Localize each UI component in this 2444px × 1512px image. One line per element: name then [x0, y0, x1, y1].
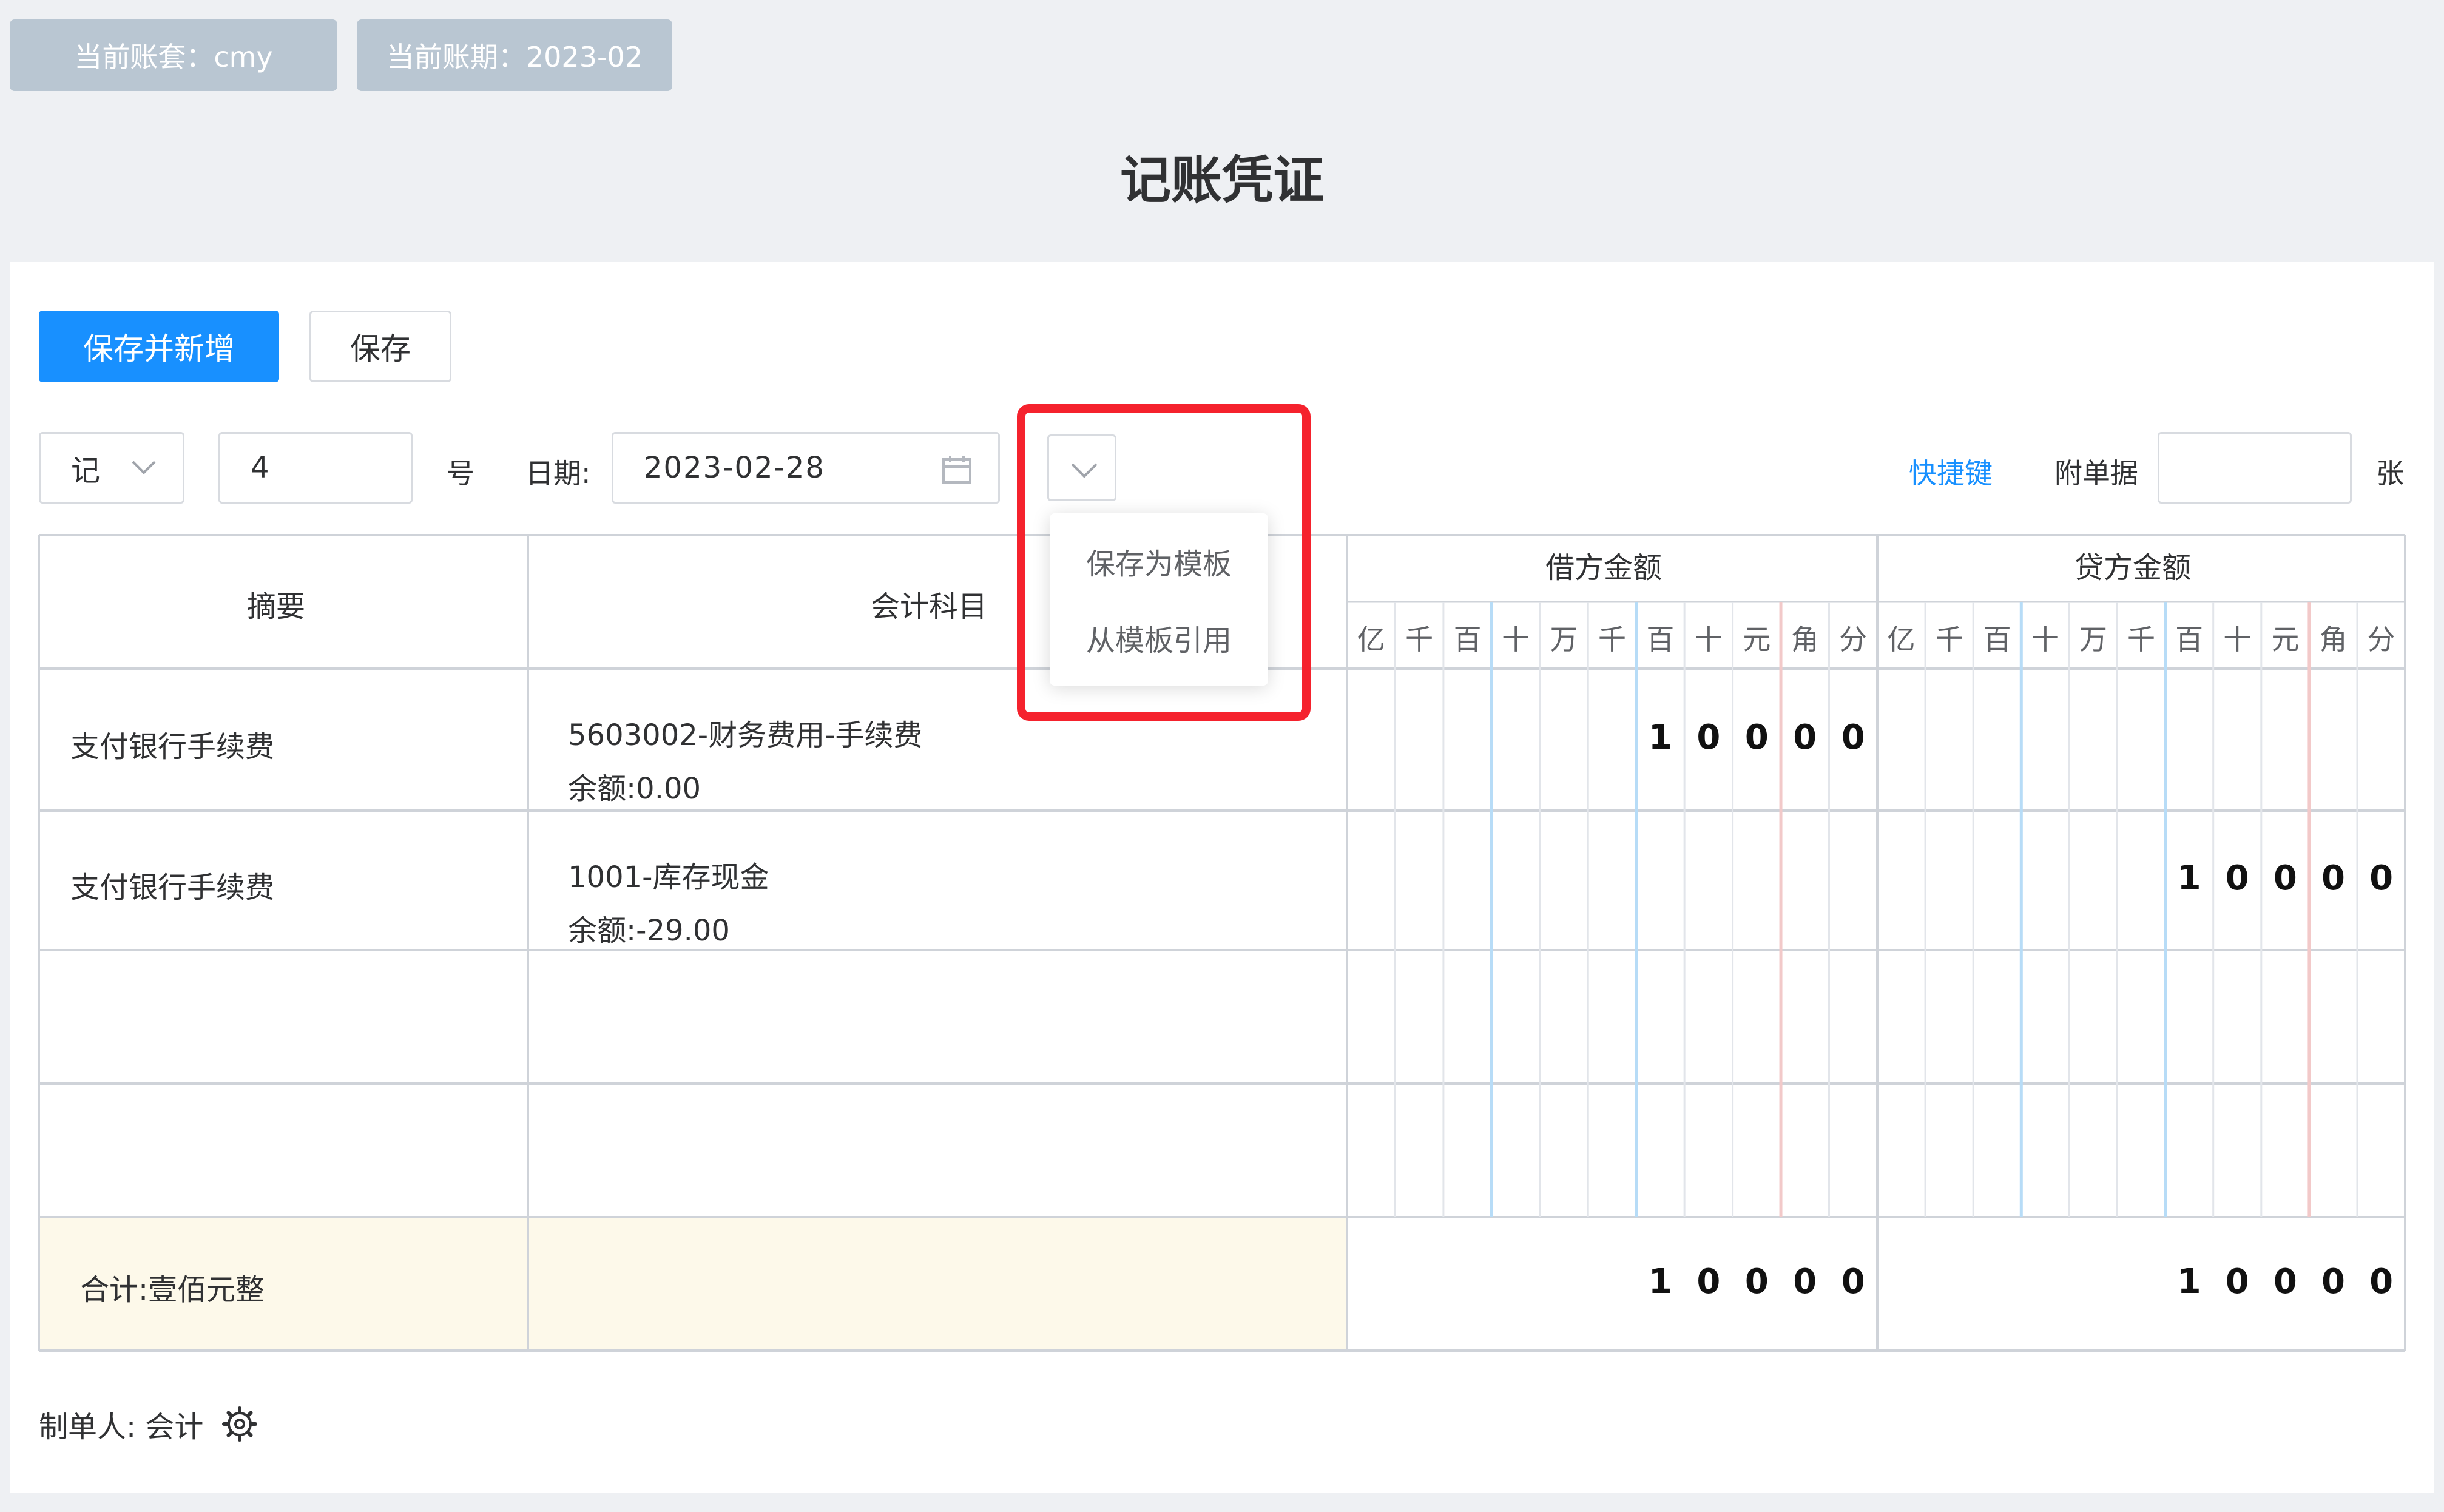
- row-1-summary: 支付银行手续费: [70, 871, 275, 905]
- row-0-subject: 5603002-财务费用-手续费: [568, 718, 923, 752]
- header-debit: 借方金额: [1545, 551, 1663, 585]
- total-debit-digit-9: 0: [1793, 1262, 1817, 1301]
- debit-digit-header-8: 元: [1743, 623, 1771, 656]
- row-1-credit-digit-10: 0: [2369, 859, 2394, 898]
- total-debit-digit-7: 0: [1696, 1262, 1721, 1301]
- credit-digit-header-8: 元: [2271, 623, 2300, 656]
- debit-digit-header-10: 分: [1839, 623, 1868, 656]
- row-0-debit-digit-9: 0: [1793, 718, 1817, 757]
- gear-icon[interactable]: [222, 1406, 257, 1442]
- row-1-credit-digit-6: 1: [2177, 859, 2201, 898]
- debit-digit-header-9: 角: [1791, 623, 1819, 656]
- voucher-page: 当前账套：cmy 当前账期：2023-02 记账凭证 保存并新增 保存 记 4 …: [0, 0, 2444, 1512]
- debit-digit-header-1: 千: [1405, 623, 1434, 656]
- header-summary: 摘要: [247, 590, 306, 624]
- total-credit-digit-9: 0: [2321, 1262, 2345, 1301]
- total-credit-digit-8: 0: [2273, 1262, 2297, 1301]
- credit-digit-header-1: 千: [1935, 623, 1963, 656]
- header-subject: 会计科目: [871, 590, 988, 624]
- debit-digit-header-3: 十: [1502, 623, 1530, 656]
- debit-digit-header-6: 百: [1646, 623, 1675, 656]
- row-1-balance: 余额:-29.00: [568, 914, 730, 948]
- credit-digit-header-0: 亿: [1887, 623, 1916, 656]
- total-debit-digit-6: 1: [1648, 1262, 1672, 1301]
- credit-digit-header-9: 角: [2319, 623, 2348, 656]
- total-label: 合计:壹佰元整: [80, 1273, 265, 1307]
- row-1-credit-digit-9: 0: [2321, 859, 2345, 898]
- row-0-debit-digit-8: 0: [1744, 718, 1769, 757]
- debit-digit-header-4: 万: [1550, 623, 1578, 656]
- credit-digit-header-3: 十: [2031, 623, 2059, 656]
- row-0-balance: 余额:0.00: [568, 772, 701, 806]
- credit-digit-header-5: 千: [2127, 623, 2156, 656]
- highlight-box: [1017, 404, 1311, 721]
- total-credit-digit-10: 0: [2369, 1262, 2394, 1301]
- total-debit-digit-8: 0: [1744, 1262, 1769, 1301]
- total-debit-digit-10: 0: [1841, 1262, 1865, 1301]
- row-0-debit-digit-7: 0: [1696, 718, 1721, 757]
- debit-digit-header-0: 亿: [1357, 623, 1385, 656]
- credit-digit-header-2: 百: [1983, 623, 2011, 656]
- credit-digit-header-4: 万: [2079, 623, 2107, 656]
- table-grid: [38, 534, 2406, 1352]
- debit-digit-header-2: 百: [1453, 623, 1482, 656]
- credit-digit-header-7: 十: [2223, 623, 2252, 656]
- row-1-subject: 1001-库存现金: [568, 860, 769, 894]
- row-0-summary: 支付银行手续费: [70, 730, 275, 764]
- row-1-credit-digit-8: 0: [2273, 859, 2297, 898]
- row-0-debit-digit-10: 0: [1841, 718, 1865, 757]
- credit-digit-header-6: 百: [2175, 623, 2204, 656]
- header-credit: 贷方金额: [2074, 551, 2192, 585]
- total-credit-digit-7: 0: [2225, 1262, 2249, 1301]
- row-0-debit-digit-6: 1: [1648, 718, 1672, 757]
- total-credit-digit-6: 1: [2177, 1262, 2201, 1301]
- debit-digit-header-7: 十: [1694, 623, 1723, 656]
- credit-digit-header-10: 分: [2367, 623, 2395, 656]
- maker-label: 制单人: 会计: [39, 1410, 204, 1444]
- debit-digit-header-5: 千: [1598, 623, 1626, 656]
- row-1-credit-digit-7: 0: [2225, 859, 2249, 898]
